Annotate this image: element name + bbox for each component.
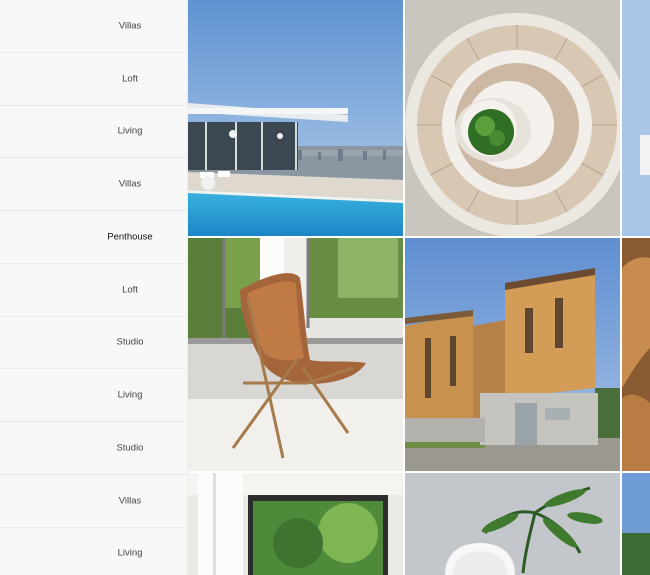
category-label: Penthouse	[107, 231, 153, 243]
edge-image	[622, 0, 650, 236]
photo-spiral-staircase[interactable]	[405, 0, 620, 236]
category-label: Villas	[118, 178, 142, 190]
edge-image	[622, 473, 650, 575]
category-item-studio[interactable]: Studio	[0, 317, 187, 370]
window-garden-image	[188, 473, 403, 575]
category-label: Studio	[116, 442, 144, 454]
category-label: Living	[117, 125, 143, 137]
photo-window-garden[interactable]	[188, 473, 403, 575]
category-list: Villas Loft Living Villas e Penthouse Lo…	[0, 0, 188, 575]
category-item-studio[interactable]: Studio	[0, 422, 187, 475]
photo-butterfly-chair[interactable]	[188, 238, 403, 471]
category-item-villas[interactable]: Villas	[0, 158, 187, 211]
photo-edge-3[interactable]	[622, 473, 650, 575]
category-label: Villas	[118, 20, 142, 32]
category-item-living[interactable]: Living	[0, 528, 187, 575]
category-label: Living	[117, 389, 143, 401]
category-item-villas[interactable]: Villas	[0, 475, 187, 528]
category-label: Villas	[118, 495, 142, 507]
category-label: Loft	[122, 73, 138, 85]
category-item-living[interactable]: Living	[0, 369, 187, 422]
category-item-loft[interactable]: Loft	[0, 264, 187, 317]
category-item-villas[interactable]: Villas	[0, 0, 187, 53]
category-item-penthouse[interactable]: e Penthouse	[0, 211, 187, 264]
category-label: Studio	[116, 336, 144, 348]
category-item-living[interactable]: Living	[0, 106, 187, 159]
photo-wooden-house[interactable]	[405, 238, 620, 471]
category-item-loft[interactable]: Loft	[0, 53, 187, 106]
spiral-staircase-image	[405, 0, 620, 236]
butterfly-chair-image	[188, 238, 403, 471]
category-label: Living	[117, 547, 143, 559]
wooden-house-image	[405, 238, 620, 471]
photo-edge-2[interactable]	[622, 238, 650, 471]
photo-edge-1[interactable]	[622, 0, 650, 236]
palm-plant-image	[405, 473, 620, 575]
category-label: Loft	[122, 284, 138, 296]
villa-pool-image	[188, 0, 403, 236]
photo-grid	[188, 0, 650, 575]
photo-palm-plant[interactable]	[405, 473, 620, 575]
photo-villa-pool[interactable]	[188, 0, 403, 236]
edge-image	[622, 238, 650, 471]
